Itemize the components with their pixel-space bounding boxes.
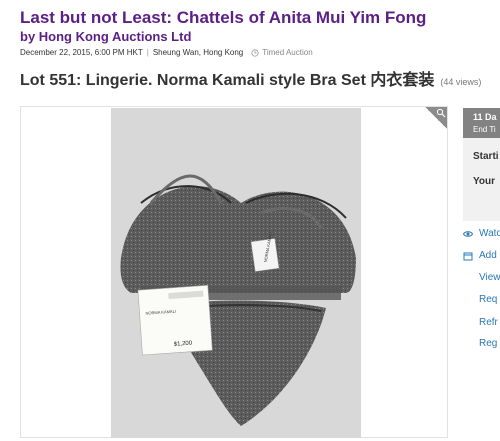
time-remaining-box: 11 Da End Ti [463, 108, 500, 138]
request-link-1[interactable]: Req [479, 294, 497, 305]
auction-title[interactable]: Last but not Least: Chattels of Anita Mu… [20, 8, 426, 28]
auction-house-link[interactable]: by Hong Kong Auctions Ltd [20, 29, 191, 45]
eye-icon [463, 230, 473, 237]
days-remaining: 11 Da [473, 112, 497, 122]
lot-image-frame: NORMA KAMALI NORMA KAMALI $1,200 [20, 106, 448, 438]
request-link-2[interactable]: Reg [479, 338, 497, 349]
watch-link[interactable]: Watc [463, 228, 500, 239]
zoom-icon[interactable] [436, 108, 446, 118]
zoom-corner[interactable] [425, 107, 447, 129]
lot-name: Lot 551: Lingerie. Norma Kamali style Br… [20, 72, 435, 89]
view-link[interactable]: View [479, 272, 500, 283]
timed-auction-label: Timed Auction [262, 48, 313, 57]
view-link-label: View [479, 272, 500, 283]
watch-link-label: Watc [479, 228, 500, 239]
auction-date: December 22, 2015, 6:00 PM HKT [20, 48, 143, 57]
lot-title: Lot 551: Lingerie. Norma Kamali style Br… [20, 71, 481, 92]
calendar-icon [463, 252, 473, 260]
refer-link[interactable]: Refr [479, 317, 498, 328]
end-time: End Ti [473, 125, 496, 134]
request-link-1-label: Req [479, 294, 498, 305]
bid-panel: 11 Da End Ti Starti Your [463, 108, 500, 221]
add-to-calendar-link[interactable]: Add [463, 250, 497, 261]
auction-location: Sheung Wan, Hong Kong [152, 48, 244, 57]
timed-auction-badge: Timed Auction [251, 48, 313, 58]
lot-photo[interactable]: NORMA KAMALI NORMA KAMALI $1,200 [111, 108, 361, 438]
your-bid-label: Your [473, 176, 496, 187]
meta-separator: | [146, 48, 149, 57]
auction-meta: December 22, 2015, 6:00 PM HKT | Sheung … [20, 48, 313, 58]
request-link-2-label: Reg [479, 338, 498, 349]
clock-icon [251, 49, 259, 57]
starting-bid-label: Starti [473, 151, 499, 162]
view-count: (44 views) [440, 77, 482, 87]
refer-link-label: Refr [479, 317, 498, 328]
add-link-label: Add [479, 250, 497, 261]
